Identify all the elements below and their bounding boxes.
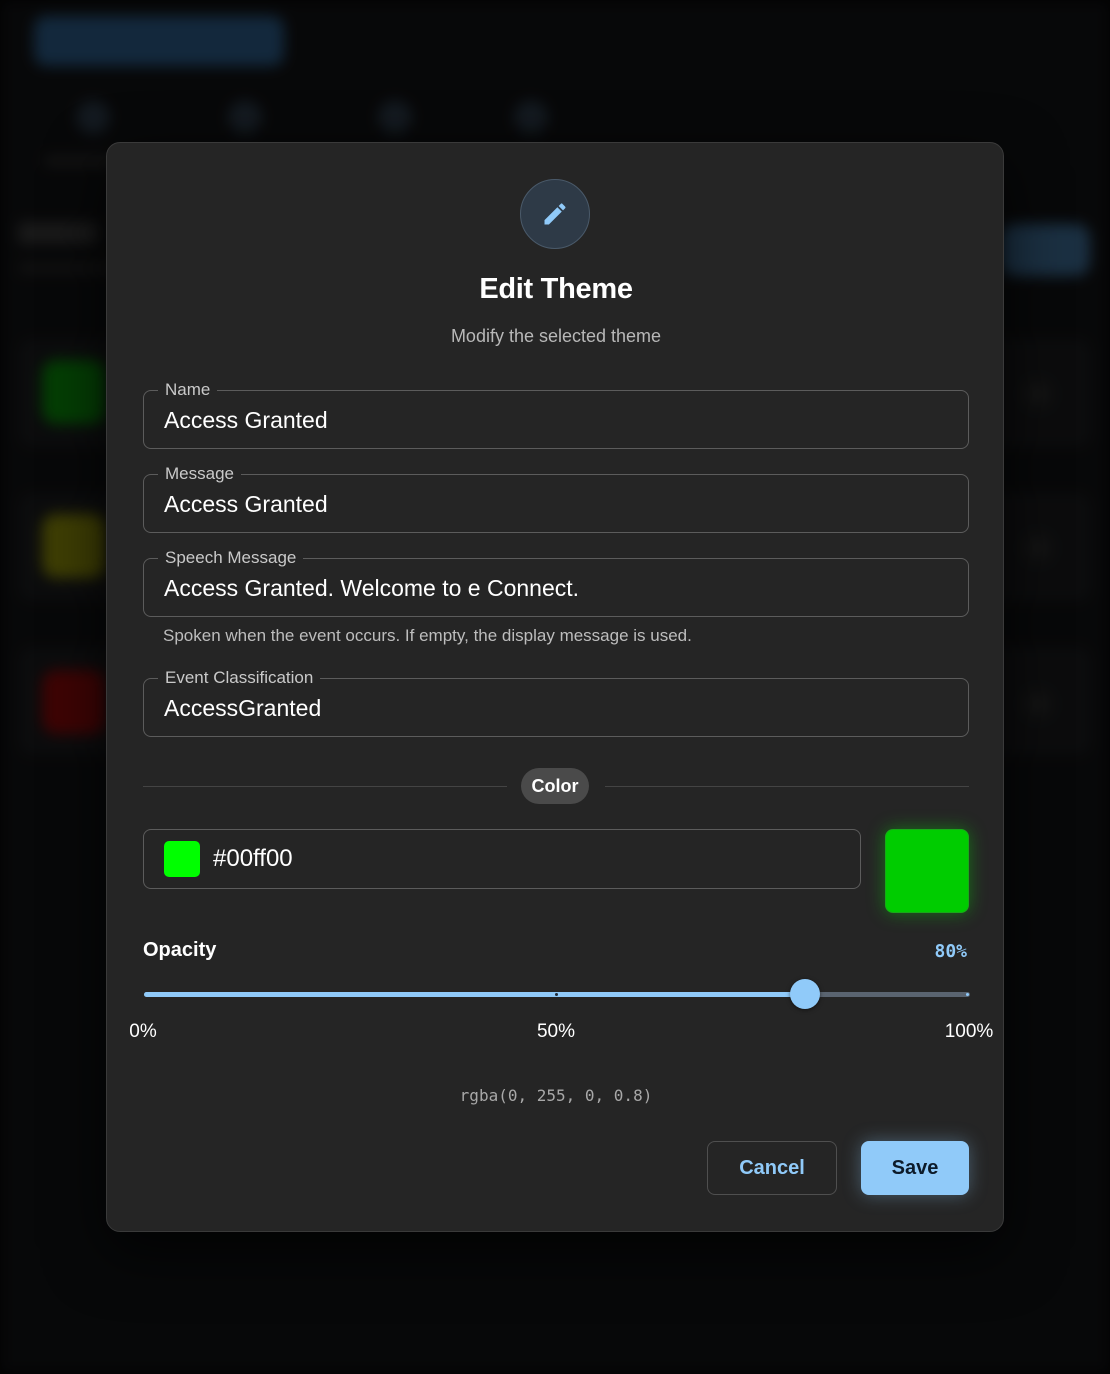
event-classification-field-label: Event Classification [158, 666, 321, 690]
opacity-tick-label: 0% [129, 1021, 157, 1042]
speech-message-field-value[interactable]: Access Granted. Welcome to e Connect. [164, 573, 579, 603]
name-field-value[interactable]: Access Granted [164, 405, 328, 435]
edit-theme-dialog: Edit Theme Modify the selected theme Nam… [106, 142, 1004, 1232]
color-divider-right [605, 786, 969, 787]
save-button[interactable]: Save [861, 1141, 969, 1195]
dialog-subtitle: Modify the selected theme [450, 326, 662, 346]
opacity-slider-fill [144, 992, 805, 997]
color-divider-left [143, 786, 507, 787]
rgba-preview-text: rgba(0, 255, 0, 0.8) [459, 1086, 653, 1105]
message-field-label: Message [158, 462, 241, 486]
color-hex-value[interactable]: #00ff00 [213, 844, 293, 874]
opacity-tick-label: 50% [536, 1021, 576, 1042]
opacity-slider-thumb[interactable] [789, 979, 820, 1009]
color-section-chip: Color [521, 768, 589, 804]
opacity-slider-mark [555, 993, 558, 996]
color-preview [885, 829, 969, 913]
opacity-value: 80% [934, 941, 967, 962]
opacity-slider-mark [966, 993, 969, 996]
name-field-label: Name [158, 378, 218, 402]
pencil-icon [520, 179, 590, 249]
color-picker-swatch[interactable] [164, 841, 200, 877]
cancel-button[interactable]: Cancel [707, 1141, 837, 1195]
speech-message-field[interactable]: Speech Message Access Granted. Welcome t… [143, 546, 969, 617]
event-classification-field-value[interactable]: AccessGranted [164, 693, 321, 723]
message-field[interactable]: Message Access Granted [143, 462, 969, 533]
opacity-slider-track[interactable] [144, 979, 970, 1009]
name-field[interactable]: Name Access Granted [143, 378, 969, 449]
speech-message-field-label: Speech Message [158, 546, 304, 570]
message-field-value[interactable]: Access Granted [164, 489, 328, 519]
speech-message-helper-text: Spoken when the event occurs. If empty, … [163, 626, 692, 645]
color-hex-field[interactable]: #00ff00 [143, 829, 861, 889]
dialog-title: Edit Theme [479, 273, 633, 305]
event-classification-field[interactable]: Event Classification AccessGranted [143, 666, 969, 737]
opacity-tick-label: 100% [944, 1021, 994, 1042]
opacity-label: Opacity [143, 939, 217, 961]
